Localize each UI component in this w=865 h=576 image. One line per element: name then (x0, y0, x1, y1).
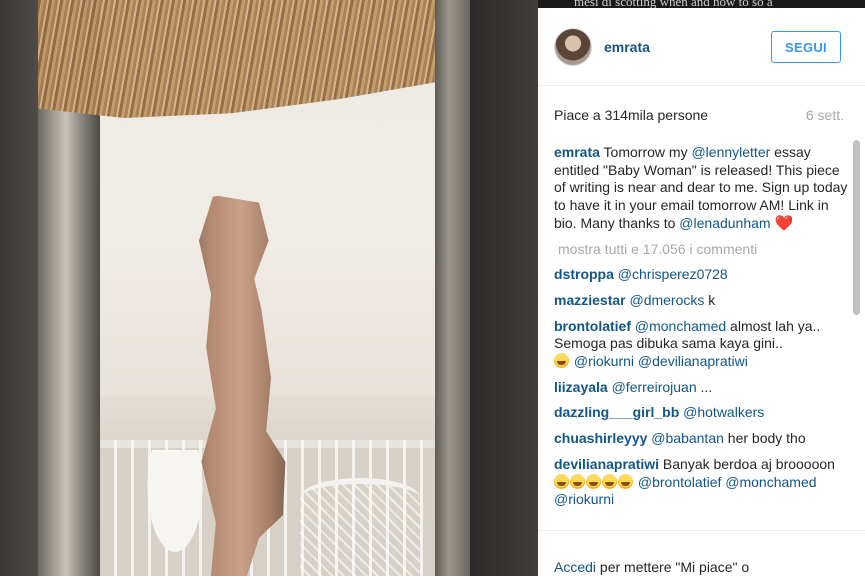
background-page-strip: mesi di scotting when and how to so a (538, 0, 865, 8)
post-header: emrata SEGUI (538, 8, 865, 86)
balcony-table (300, 478, 420, 576)
mention-link[interactable]: @monchamed (635, 318, 726, 334)
background-text: mesi di scotting when and how to so a (574, 0, 773, 8)
comment: chuashirleyyy @babantan her body tho (554, 430, 854, 448)
comment-user[interactable]: chuashirleyyy (554, 430, 647, 446)
post-time[interactable]: 6 sett. (806, 107, 844, 123)
comment: dstroppa @chrisperez0728 (554, 266, 854, 284)
mention-link[interactable]: @chrisperez0728 (618, 266, 728, 282)
comment: devilianapratiwi Banyak berdoa aj broooo… (554, 456, 854, 509)
likes-count[interactable]: Piace a 314mila persone (554, 107, 708, 123)
mention-link[interactable]: @ferreirojuan (612, 379, 697, 395)
laugh-emoji-icon (602, 473, 617, 489)
wall-edge (470, 0, 538, 576)
laugh-emoji-icon (618, 473, 633, 489)
mention-link[interactable]: @devilianapratiwi (638, 353, 748, 369)
login-suffix: per mettere "Mi piace" o (596, 559, 750, 575)
comment-text: ... (696, 378, 713, 395)
comment: dazzling___girl_bb @hotwalkers (554, 404, 854, 422)
laugh-emoji-icon (554, 473, 569, 489)
comment: brontolatief @monchamed almost lah ya.. … (554, 318, 854, 371)
comment: liizayala @ferreirojuan ... (554, 379, 854, 397)
window-frame-right (435, 0, 470, 576)
comment-user[interactable]: mazziestar (554, 292, 626, 308)
comments-list: emrata Tomorrow my @lennyletter essay en… (554, 144, 854, 539)
caption: emrata Tomorrow my @lennyletter essay en… (554, 144, 854, 233)
heart-icon: ❤️ (774, 214, 794, 232)
comment-user[interactable]: dazzling___girl_bb (554, 404, 679, 420)
comment-user[interactable]: devilianapratiwi (554, 456, 659, 472)
login-text: Accedi per mettere "Mi piace" o (554, 559, 749, 575)
grin-emoji-icon (554, 353, 569, 369)
comment-user[interactable]: dstroppa (554, 266, 614, 282)
avatar[interactable] (554, 28, 592, 66)
scrollbar-thumb[interactable] (853, 140, 860, 315)
mention-link[interactable]: @dmerocks (629, 292, 704, 308)
follow-button[interactable]: SEGUI (771, 31, 841, 63)
mention-link[interactable]: @monchamed (725, 474, 816, 490)
comment-user[interactable]: brontolatief (554, 318, 631, 334)
mention-link[interactable]: @brontolatief (638, 474, 721, 490)
likes-row: Piace a 314mila persone 6 sett. (554, 107, 844, 125)
mention-link[interactable]: @babantan (651, 430, 724, 446)
login-link[interactable]: Accedi (554, 559, 596, 575)
more-options-icon[interactable]: ... (832, 571, 843, 576)
show-all-comments[interactable]: mostra tutti e 17.056 i commenti (558, 241, 854, 259)
caption-text: Tomorrow my (599, 144, 692, 160)
balcony-chair (140, 450, 210, 570)
comments-scrollbar[interactable] (853, 140, 861, 540)
login-prompt: Accedi per mettere "Mi piace" o ... (538, 530, 865, 576)
comment-text: Banyak berdoa aj brooooon (659, 455, 835, 472)
laugh-emoji-icon (570, 473, 585, 489)
mention-link[interactable]: @riokurni (574, 353, 634, 369)
comment-text: her body tho (723, 430, 806, 447)
laugh-emoji-icon (586, 473, 601, 489)
mention-link[interactable]: @riokurni (554, 491, 614, 507)
comment-user[interactable]: liizayala (554, 379, 608, 395)
comment: mazziestar @dmerocks k (554, 292, 854, 310)
post-photo (0, 0, 538, 576)
post-panel: emrata SEGUI Piace a 314mila persone 6 s… (538, 0, 865, 576)
mention-link[interactable]: @lenadunham (679, 215, 770, 231)
caption-user[interactable]: emrata (554, 144, 600, 160)
comment-text: k (704, 291, 716, 308)
mention-link[interactable]: @lennyletter (691, 144, 770, 160)
mention-link[interactable]: @hotwalkers (683, 404, 764, 420)
username-link[interactable]: emrata (604, 39, 650, 55)
